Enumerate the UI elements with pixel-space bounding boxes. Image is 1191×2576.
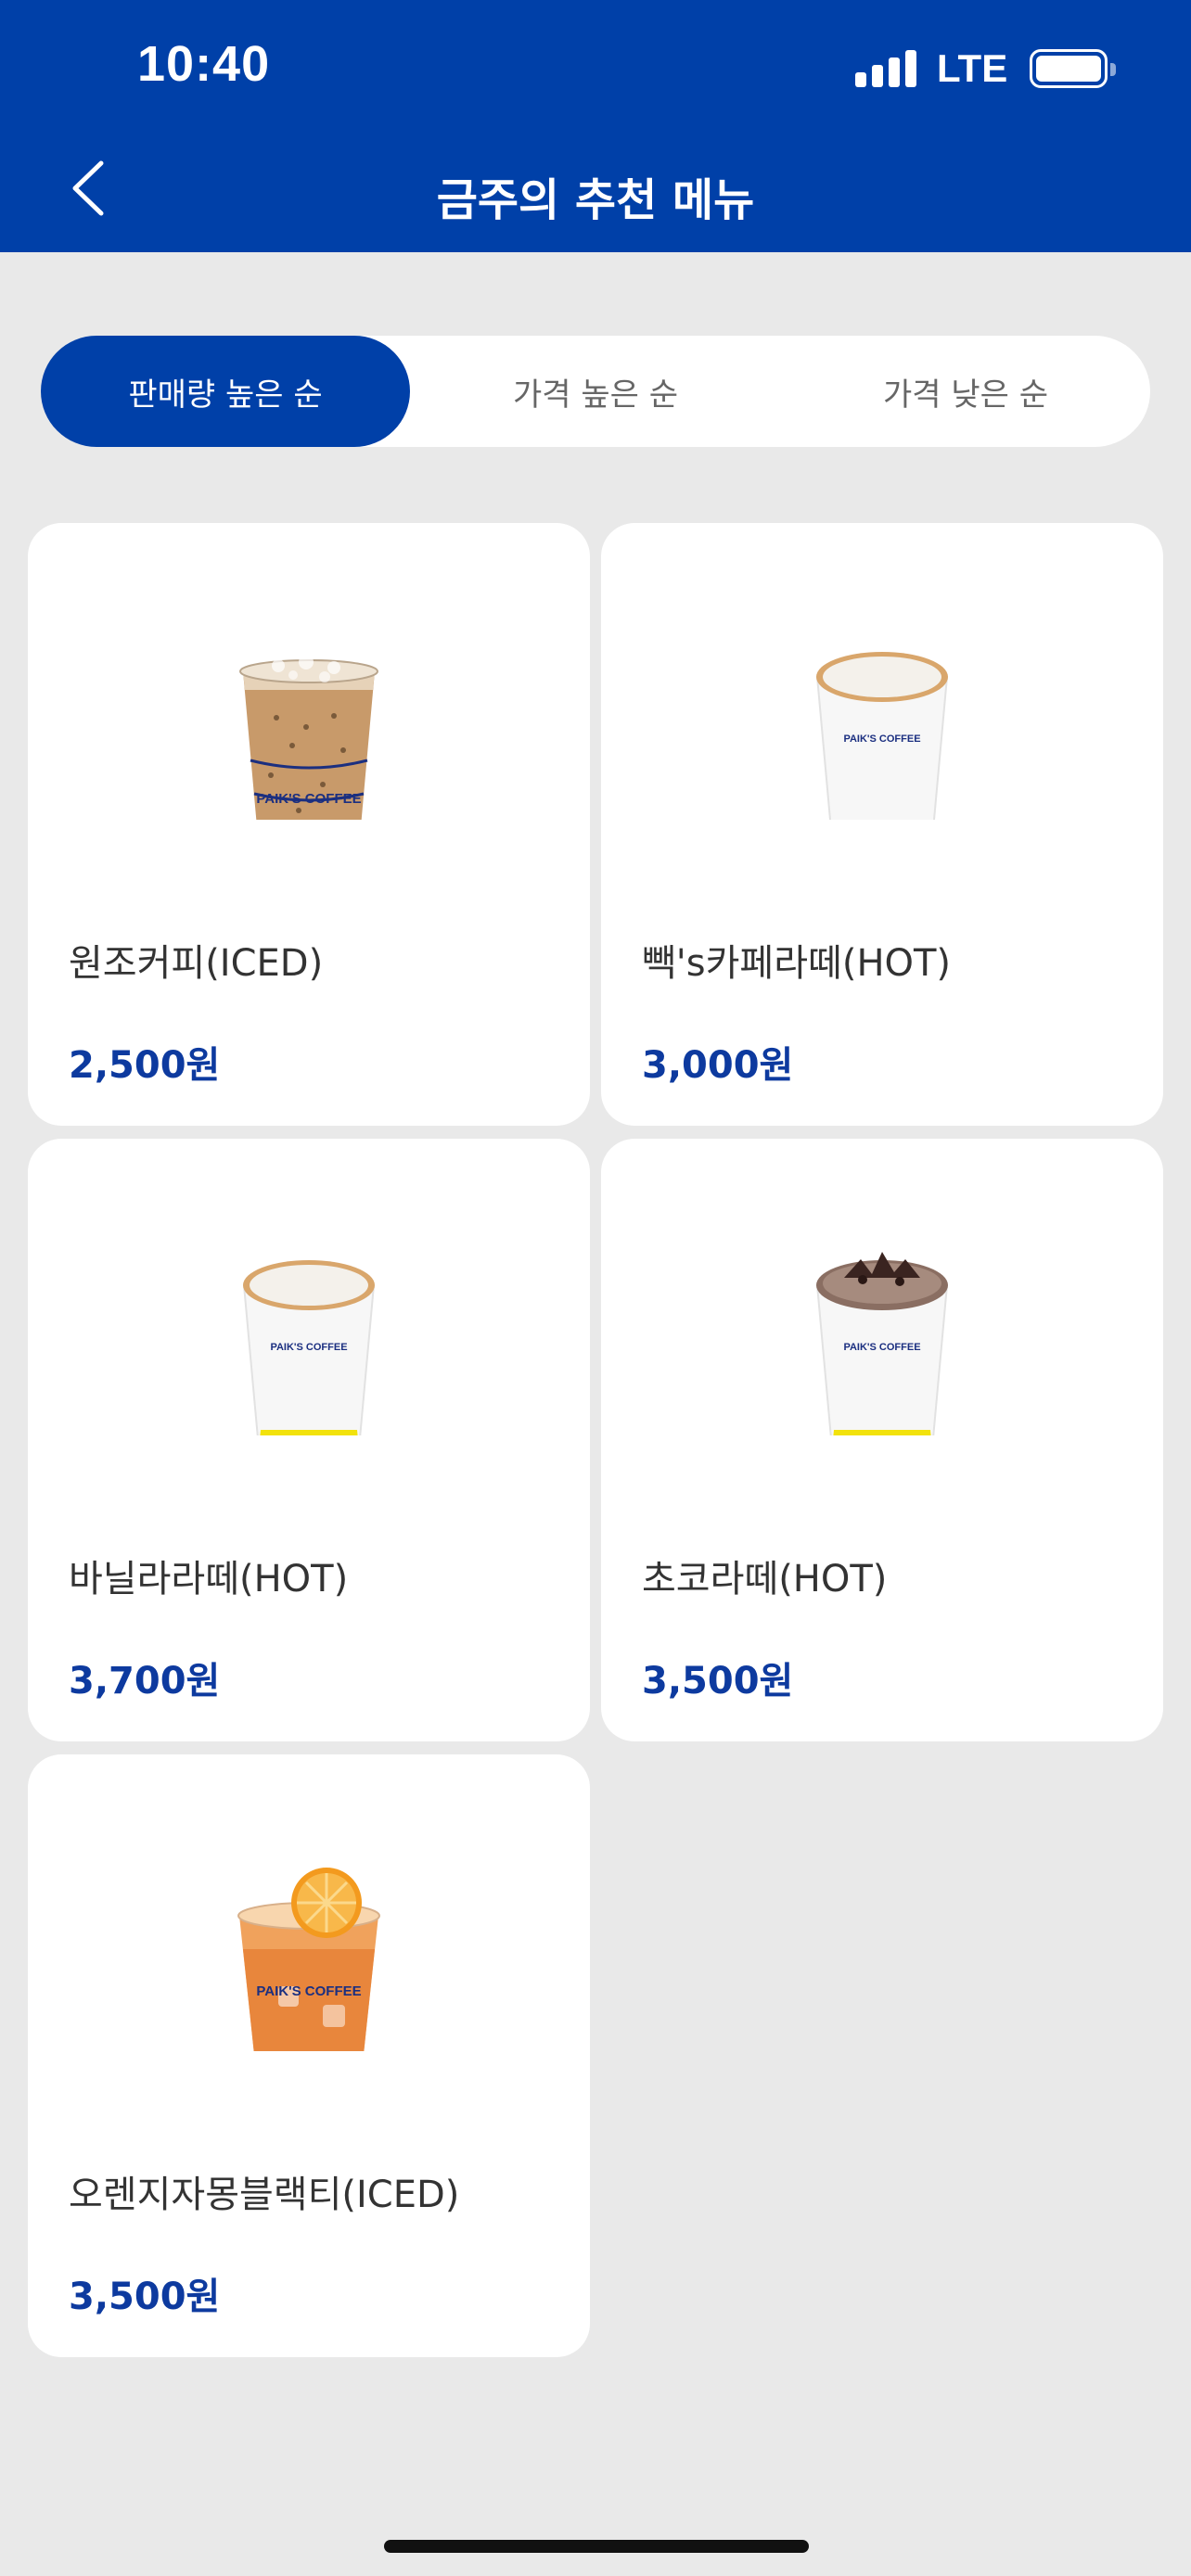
product-card[interactable]: PAIK'S COFFEE 바닐라라떼(HOT) 3,700원 [28,1139,590,1741]
cup-brand-print: PAIK'S COFFEE [256,1983,361,1999]
product-price: 3,000원 [642,1044,794,1087]
product-price: 2,500원 [69,1044,221,1087]
cup-brand-print: PAIK'S COFFEE [256,791,361,807]
sort-segmented-control: 판매량 높은 순 가격 높은 순 가격 낮은 순 [41,336,1150,447]
product-name: 바닐라라떼(HOT) [69,1558,349,1600]
tab-sort-price-high[interactable]: 가격 높은 순 [411,336,780,447]
app-header: 10:40 LTE 금주의 추천 메뉴 [0,0,1191,252]
status-time: 10:40 [137,36,271,92]
cup-brand-print: PAIK'S COFFEE [843,1342,920,1353]
product-price: 3,500원 [642,1660,794,1702]
status-indicators: LTE [855,45,1117,93]
page-title: 금주의 추천 메뉴 [436,174,755,226]
home-indicator [384,2540,809,2553]
signal-icon [855,50,922,87]
iced-orange-tea-image: PAIK'S COFFEE [237,1868,380,2051]
product-name: 원조커피(ICED) [69,942,324,985]
product-card[interactable]: PAIK'S COFFEE 빽's카페라떼(HOT) 3,000원 [601,523,1163,1126]
product-name: 빽's카페라떼(HOT) [642,942,952,985]
tab-sort-price-low[interactable]: 가격 낮은 순 [781,336,1150,447]
cup-brand-print: PAIK'S COFFEE [270,1342,347,1353]
product-price: 3,500원 [69,2276,221,2318]
product-card[interactable]: PAIK'S COFFEE 오렌지자몽블랙티(ICED) 3,500원 [28,1754,590,2357]
network-type: LTE [937,46,1008,90]
hot-chocolate-image: PAIK'S COFFEE [815,1252,949,1435]
product-price: 3,700원 [69,1660,221,1702]
product-card[interactable]: PAIK'S COFFEE 초코라떼(HOT) 3,500원 [601,1139,1163,1741]
product-name: 오렌지자몽블랙티(ICED) [69,2174,460,2216]
tab-sort-sales[interactable]: 판매량 높은 순 [41,336,410,447]
battery-icon [1030,49,1117,88]
product-card[interactable]: PAIK'S COFFEE 원조커피(ICED) 2,500원 [28,523,590,1126]
hot-latte-image: PAIK'S COFFEE [242,1260,376,1435]
hot-latte-image: PAIK'S COFFEE [815,652,949,820]
iced-coffee-image: PAIK'S COFFEE [239,655,378,820]
cup-brand-print: PAIK'S COFFEE [843,733,920,745]
product-name: 초코라떼(HOT) [642,1558,888,1600]
